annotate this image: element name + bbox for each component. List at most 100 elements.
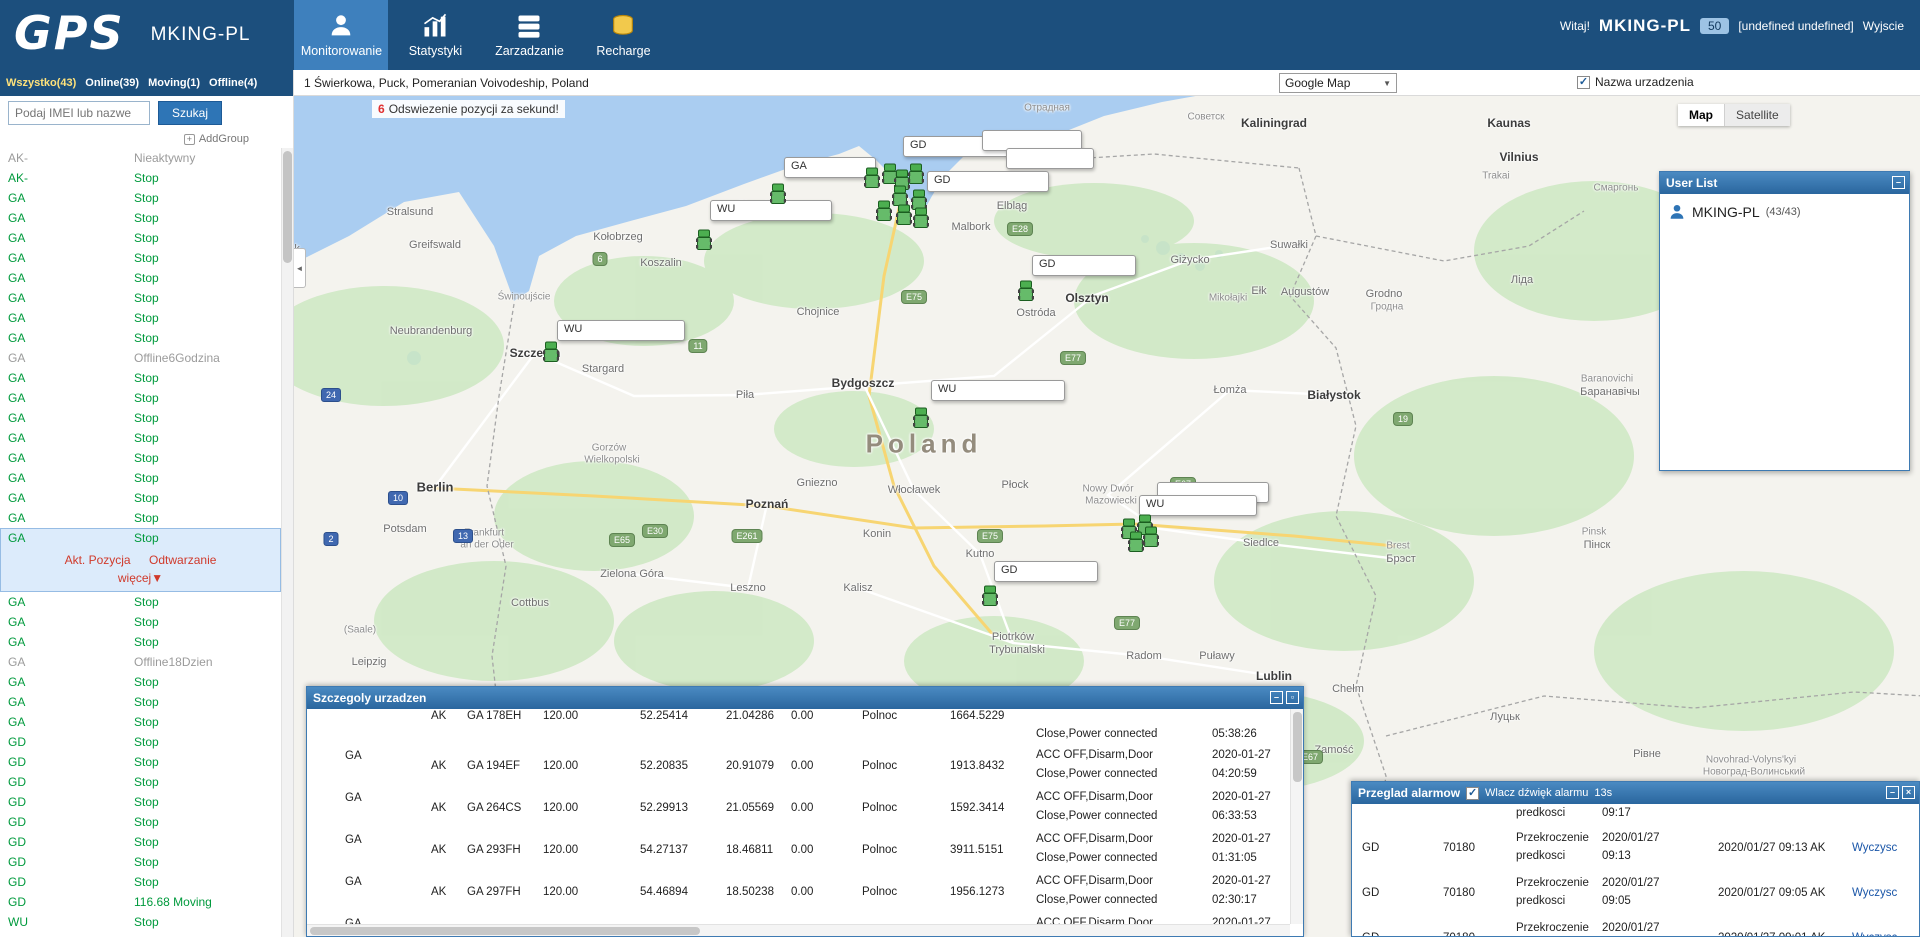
user-list-item[interactable]: MKING-PL (43/43) — [1660, 194, 1909, 230]
truck-marker[interactable] — [913, 207, 930, 230]
map-type-satellite-button[interactable]: Satellite — [1724, 104, 1790, 126]
device-row[interactable]: GA Stop — [0, 488, 281, 508]
device-row[interactable]: GA Stop — [0, 468, 281, 488]
device-label-popup[interactable] — [1006, 148, 1094, 169]
device-label-popup[interactable]: GA — [784, 157, 876, 178]
device-row[interactable]: GA Stop — [0, 448, 281, 468]
filter-tab[interactable]: Wszystko(43) — [6, 77, 76, 89]
truck-marker[interactable] — [896, 204, 913, 227]
alarm-row[interactable]: GD 70180 Przekroczenie predkosci 2020/01… — [1352, 916, 1919, 936]
device-row[interactable]: GD Stop — [0, 752, 281, 772]
alarm-clear-link[interactable]: Wyczysc — [1852, 887, 1897, 899]
details-horizontal-scrollbar[interactable] — [307, 924, 1290, 936]
device-row[interactable]: WU Stop — [0, 912, 281, 932]
alarm-row[interactable]: GD 70180 Przekroczenie predkosci 2020/01… — [1352, 871, 1919, 916]
truck-marker[interactable] — [696, 229, 713, 252]
nav-tab[interactable]: Monitorowanie — [294, 0, 388, 70]
alarm-row[interactable]: predkosci 09:17 — [1352, 804, 1919, 826]
device-detail-row[interactable]: GA AK GA 341CS 120.00 51.70291 19.30789 … — [307, 913, 1290, 924]
device-row[interactable]: GA Offline6Godzina — [0, 348, 281, 368]
action-current-position[interactable]: Akt. Pozycja — [65, 553, 131, 567]
device-row[interactable]: GA Stop — [0, 308, 281, 328]
device-label-popup[interactable]: WU — [931, 380, 1065, 401]
device-label-popup[interactable]: GD — [994, 561, 1098, 582]
device-row[interactable]: GD Stop — [0, 832, 281, 852]
device-label-popup[interactable]: GD — [927, 171, 1049, 192]
device-detail-row[interactable]: AK GA 178EH 120.00 52.25414 21.04286 0.0… — [307, 709, 1290, 745]
truck-marker[interactable] — [913, 407, 930, 430]
scrollbar-thumb[interactable] — [310, 927, 700, 935]
truck-marker[interactable] — [982, 585, 999, 608]
device-row[interactable]: GD Stop — [0, 872, 281, 892]
device-row[interactable]: GD Stop — [0, 812, 281, 832]
device-label-popup[interactable]: WU — [557, 320, 685, 341]
device-row[interactable]: GA Stop — [0, 528, 281, 548]
truck-marker[interactable] — [543, 341, 560, 364]
device-label-popup[interactable]: WU — [1139, 495, 1257, 516]
device-row[interactable]: GA Stop — [0, 208, 281, 228]
close-icon[interactable]: × — [1902, 786, 1915, 799]
device-row[interactable]: GA Stop — [0, 632, 281, 652]
device-row[interactable]: GA Stop — [0, 508, 281, 528]
device-row[interactable]: GA Stop — [0, 288, 281, 308]
device-row[interactable]: GA Stop — [0, 328, 281, 348]
device-detail-row[interactable]: GA AK GA 194EF 120.00 52.20835 20.91079 … — [307, 745, 1290, 787]
device-row[interactable]: AK- Stop — [0, 168, 281, 188]
scrollbar-thumb[interactable] — [1293, 712, 1302, 782]
device-name-toggle[interactable]: ✓ Nazwa urzadzenia — [1577, 75, 1694, 89]
device-row[interactable]: GD Stop — [0, 852, 281, 872]
device-row[interactable]: GA Stop — [0, 692, 281, 712]
add-group-link[interactable]: + AddGroup — [0, 130, 293, 148]
action-playback[interactable]: Odtwarzanie — [149, 553, 216, 567]
device-row[interactable]: GD Stop — [0, 792, 281, 812]
alarm-row[interactable]: GD 70180 Przekroczenie predkosci 2020/01… — [1352, 826, 1919, 871]
action-more[interactable]: więcej▼ — [118, 571, 163, 585]
minimize-icon[interactable]: – — [1886, 786, 1899, 799]
device-row[interactable]: GA Stop — [0, 612, 281, 632]
imei-search-input[interactable] — [8, 101, 150, 125]
device-row[interactable]: GA Stop — [0, 592, 281, 612]
filter-tab[interactable]: Moving(1) — [148, 77, 200, 89]
device-detail-row[interactable]: GA AK GA 293FH 120.00 54.27137 18.46811 … — [307, 829, 1290, 871]
device-row[interactable]: GA Stop — [0, 248, 281, 268]
alarm-clear-link[interactable]: Wyczysc — [1852, 842, 1897, 854]
alarm-sound-checkbox[interactable]: ✓ — [1466, 787, 1479, 800]
nav-tab[interactable]: Recharge — [576, 0, 670, 70]
truck-marker[interactable] — [1143, 526, 1160, 549]
minimize-icon[interactable]: – — [1270, 691, 1283, 704]
device-row[interactable]: GA Stop — [0, 408, 281, 428]
filter-tab[interactable]: Online(39) — [85, 77, 139, 89]
device-row[interactable]: GA Stop — [0, 228, 281, 248]
truck-marker[interactable] — [876, 200, 893, 223]
nav-tab[interactable]: Zarzadzanie — [482, 0, 576, 70]
device-row[interactable]: GA Stop — [0, 268, 281, 288]
truck-marker[interactable] — [908, 163, 925, 186]
nav-tab[interactable]: Statystyki — [388, 0, 482, 70]
device-row[interactable]: GA Stop — [0, 388, 281, 408]
device-label-popup[interactable]: GD — [1032, 255, 1136, 276]
device-row[interactable]: GA Stop — [0, 188, 281, 208]
map-type-map-button[interactable]: Map — [1678, 104, 1724, 126]
truck-marker[interactable] — [864, 167, 881, 190]
device-row[interactable]: GD Stop — [0, 732, 281, 752]
sidebar-scrollbar[interactable] — [281, 148, 293, 937]
device-row[interactable]: GA Stop — [0, 368, 281, 388]
device-row[interactable]: AK- Nieaktywny — [0, 148, 281, 168]
device-row[interactable]: GA Stop — [0, 712, 281, 732]
checkbox-checked-icon[interactable]: ✓ — [1577, 76, 1590, 89]
device-row[interactable]: GA Stop — [0, 428, 281, 448]
truck-marker[interactable] — [1018, 280, 1035, 303]
alarm-clear-link[interactable]: Wyczysc — [1852, 932, 1897, 936]
map-layer-select[interactable]: Google Map ▼ — [1279, 73, 1397, 93]
filter-tab[interactable]: Offline(4) — [209, 77, 257, 89]
device-row[interactable]: GD 116.68 Moving — [0, 892, 281, 912]
logout-link[interactable]: Wyjscie — [1863, 19, 1904, 33]
restore-icon[interactable]: ▫ — [1286, 691, 1299, 704]
sidebar-collapse-handle[interactable]: ◄ — [294, 248, 306, 288]
device-detail-row[interactable]: GA AK GA 297FH 120.00 54.46894 18.50238 … — [307, 871, 1290, 913]
truck-marker[interactable] — [770, 183, 787, 206]
device-row[interactable]: GA Offline18Dzien — [0, 652, 281, 672]
details-vertical-scrollbar[interactable] — [1290, 709, 1303, 924]
minimize-icon[interactable]: – — [1892, 176, 1905, 189]
s crollbar-thumb[interactable] — [283, 151, 292, 263]
